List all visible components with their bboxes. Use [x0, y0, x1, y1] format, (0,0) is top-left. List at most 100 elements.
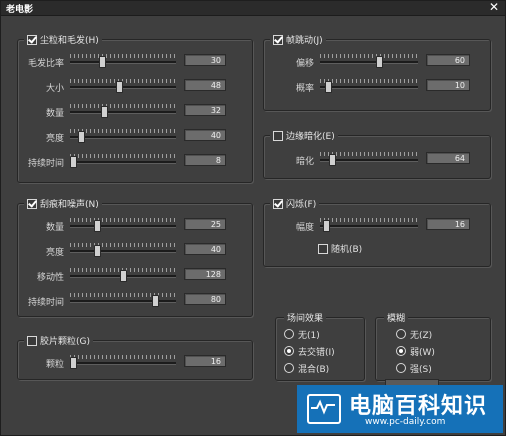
slider-ticks — [320, 218, 418, 222]
scratch-checkbox[interactable] — [27, 198, 37, 209]
slider-ticks — [320, 79, 418, 83]
flicker-toggle[interactable]: 闪烁(F) — [270, 197, 320, 210]
slider-thumb[interactable] — [77, 131, 85, 143]
radio-option[interactable]: 弱(W) — [396, 345, 435, 358]
slider-thumb[interactable] — [115, 81, 123, 93]
slider-row: 数量 25 — [18, 218, 248, 233]
slider[interactable] — [70, 355, 176, 369]
radio-dot[interactable] — [396, 363, 406, 373]
jitter-title: 帧跳动(J) — [286, 36, 323, 46]
value-field[interactable]: 40 — [184, 129, 226, 141]
slider-track — [70, 86, 176, 89]
slider[interactable] — [70, 104, 176, 118]
slider-ticks — [70, 154, 176, 158]
slider-track — [320, 61, 418, 64]
window-title: 老电影 — [6, 5, 34, 15]
slider-thumb[interactable] — [93, 220, 101, 232]
slider[interactable] — [70, 268, 176, 282]
radio-dot[interactable] — [284, 346, 294, 356]
slider[interactable] — [320, 218, 418, 232]
radio-dot[interactable] — [284, 329, 294, 339]
jitter-checkbox[interactable] — [273, 34, 283, 45]
value-field[interactable]: 60 — [426, 54, 470, 66]
radio-option[interactable]: 去交错(I) — [284, 345, 335, 358]
jitter-toggle[interactable]: 帧跳动(J) — [270, 33, 326, 46]
vignette-checkbox[interactable] — [273, 130, 283, 141]
slider-row: 数量 32 — [18, 104, 248, 119]
slider-track — [320, 225, 418, 228]
slider[interactable] — [320, 152, 418, 166]
grain-toggle[interactable]: 胶片颗粒(G) — [24, 334, 93, 347]
dust-checkbox[interactable] — [27, 34, 37, 45]
radio-dot[interactable] — [396, 346, 406, 356]
value-field[interactable]: 80 — [184, 293, 226, 305]
slider-thumb[interactable] — [322, 220, 330, 232]
radio-option[interactable]: 无(1) — [284, 328, 320, 341]
radio-label: 混合(B) — [298, 364, 330, 375]
value-field[interactable]: 48 — [184, 79, 226, 91]
scratch-group: 刮痕和噪声(N) 数量 25 亮度 40 移动性 128 持续时间 80 — [17, 197, 253, 317]
slider-row: 毛发比率 30 — [18, 54, 248, 69]
slider-thumb[interactable] — [324, 81, 332, 93]
slider-row: 幅度 16 — [264, 218, 486, 233]
dust-toggle[interactable]: 尘粒和毛发(H) — [24, 33, 102, 46]
watermark-url: www.pc-daily.com — [365, 417, 446, 427]
radio-dot[interactable] — [284, 363, 294, 373]
radio-option[interactable]: 无(Z) — [396, 328, 433, 341]
slider-label: 偏移 — [295, 59, 314, 69]
vignette-title: 边缘暗化(E) — [286, 132, 335, 142]
random-label: 随机(B) — [331, 245, 363, 255]
grain-checkbox[interactable] — [27, 335, 37, 346]
vignette-toggle[interactable]: 边缘暗化(E) — [270, 129, 338, 142]
slider-thumb[interactable] — [98, 56, 106, 68]
radio-option[interactable]: 强(S) — [396, 362, 432, 375]
slider[interactable] — [70, 129, 176, 143]
slider[interactable] — [320, 79, 418, 93]
value-field[interactable]: 32 — [184, 104, 226, 116]
scratch-toggle[interactable]: 刮痕和噪声(N) — [24, 197, 102, 210]
slider-thumb[interactable] — [70, 156, 78, 168]
slider-thumb[interactable] — [93, 245, 101, 257]
slider-label: 颗粒 — [45, 360, 64, 370]
slider-label: 数量 — [45, 109, 64, 119]
slider-ticks — [70, 129, 176, 133]
slider-row: 暗化 64 — [264, 152, 486, 167]
radio-option[interactable]: 混合(B) — [284, 362, 330, 375]
title-bar: 老电影 ✕ — [1, 1, 505, 16]
value-field[interactable]: 40 — [184, 243, 226, 255]
slider-thumb[interactable] — [120, 270, 127, 282]
slider-row: 移动性 128 — [18, 268, 248, 283]
slider[interactable] — [70, 54, 176, 68]
slider[interactable] — [320, 54, 418, 68]
slider-label: 大小 — [45, 84, 64, 94]
value-field[interactable]: 16 — [184, 355, 226, 367]
slider[interactable] — [70, 79, 176, 93]
value-field[interactable]: 64 — [426, 152, 470, 164]
slider-thumb[interactable] — [70, 357, 78, 369]
slider-label: 幅度 — [295, 223, 314, 233]
random-checkbox-box[interactable] — [318, 243, 328, 254]
slider-track — [70, 225, 176, 228]
slider[interactable] — [70, 218, 176, 232]
radio-label: 无(Z) — [410, 330, 433, 341]
flicker-checkbox[interactable] — [273, 198, 283, 209]
slider-thumb[interactable] — [100, 106, 108, 118]
slider[interactable] — [70, 293, 176, 307]
value-field[interactable]: 16 — [426, 218, 470, 230]
close-icon[interactable]: ✕ — [489, 1, 499, 14]
slider[interactable] — [70, 243, 176, 257]
value-field[interactable]: 30 — [184, 54, 226, 66]
slider-thumb[interactable] — [151, 295, 159, 307]
value-field[interactable]: 25 — [184, 218, 226, 230]
slider-thumb[interactable] — [328, 154, 336, 166]
slider-row: 大小 48 — [18, 79, 248, 94]
slider-thumb[interactable] — [375, 56, 383, 68]
value-field[interactable]: 8 — [184, 154, 226, 166]
flicker-group: 闪烁(F) 幅度 16 随机(B) — [263, 197, 491, 267]
radio-dot[interactable] — [396, 329, 406, 339]
value-field[interactable]: 128 — [184, 268, 226, 280]
value-field[interactable]: 10 — [426, 79, 470, 91]
slider[interactable] — [70, 154, 176, 168]
slider-label: 概率 — [295, 84, 314, 94]
random-checkbox[interactable]: 随机(B) — [318, 242, 362, 255]
